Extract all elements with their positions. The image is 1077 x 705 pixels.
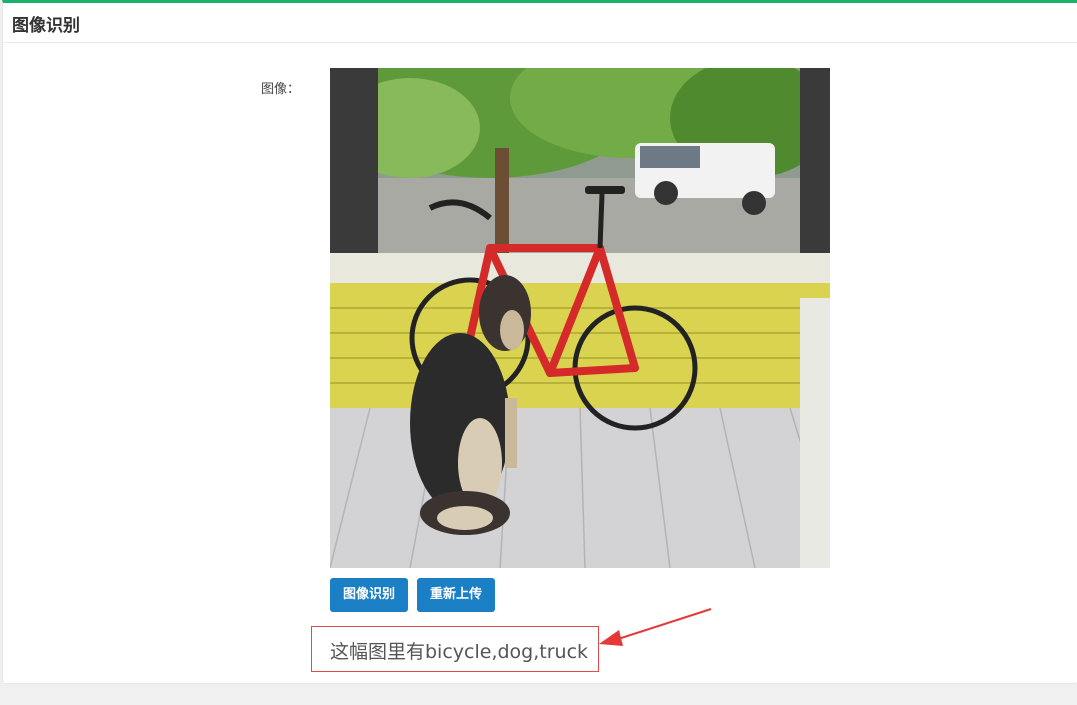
panel-header: 图像识别 [3, 3, 1077, 43]
image-field-label: 图像： [261, 82, 301, 97]
uploaded-photo-illustration [330, 68, 830, 568]
red-arrow-pointer-icon [599, 608, 712, 646]
reupload-button[interactable]: 重新上传 [417, 578, 496, 612]
result-box: 这幅图里有bicycle,dog,truck [311, 626, 599, 672]
uploaded-image [330, 68, 830, 568]
panel-title: 图像识别 [12, 16, 80, 36]
recognize-button[interactable]: 图像识别 [330, 578, 409, 612]
image-recognition-panel: 图像识别 图像： 图像识别 重新上传 这幅图里有bicycle,dog,truc… [2, 0, 1077, 684]
recognition-result-text: 这幅图里有bicycle,dog,truck [330, 641, 589, 663]
